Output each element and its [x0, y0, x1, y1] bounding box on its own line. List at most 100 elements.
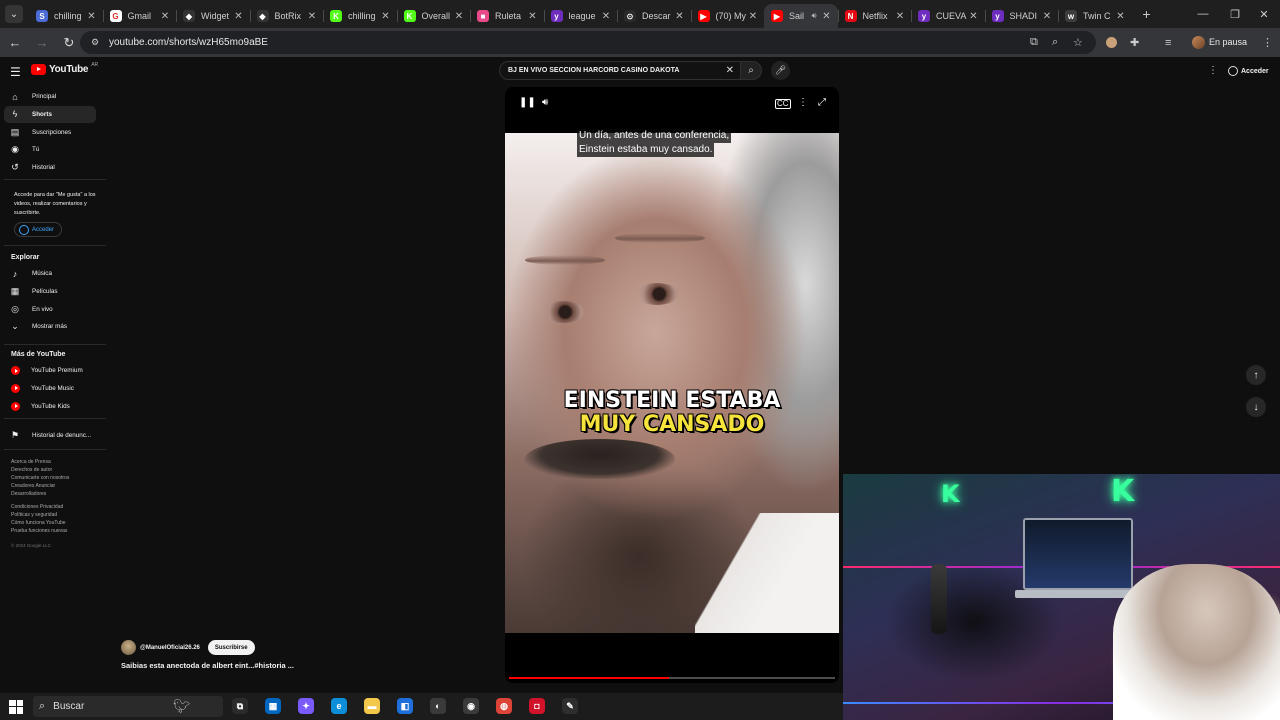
sidebar-sign-in-button[interactable]: Acceder: [14, 222, 62, 237]
fullscreen-icon[interactable]: ⤢: [818, 97, 826, 108]
sidebar-item-tú[interactable]: ◉ Tú: [4, 141, 96, 158]
shorts-player[interactable]: ❚❚ 🔊︎ CC ⋮ ⤢ Un día, antes de una confer…: [505, 87, 839, 683]
browser-tab[interactable]: K Overall ✕: [396, 4, 471, 28]
cast-icon[interactable]: ⧉: [1030, 36, 1038, 49]
store-icon[interactable]: ◧: [397, 698, 413, 714]
extensions-puzzle-icon[interactable]: ✚: [1130, 28, 1139, 57]
tab-search-button[interactable]: ⌄: [5, 5, 23, 23]
browser-tab[interactable]: ◆ BotRix ✕: [249, 4, 324, 28]
footer-links-primary[interactable]: Acerca de Prensa Derechos de autor Comunic…: [11, 458, 101, 498]
clear-search-icon[interactable]: ✕: [726, 65, 734, 76]
tab-close-icon[interactable]: ✕: [526, 11, 540, 22]
browser-tab[interactable]: ◆ Widget ✕: [176, 4, 250, 28]
youtube-logo[interactable]: YouTube AR: [31, 62, 98, 75]
tab-close-icon[interactable]: ✕: [673, 11, 687, 22]
tab-close-icon[interactable]: ✕: [967, 11, 981, 22]
taskbar-search[interactable]: ⌕ Buscar 🐦︎: [33, 696, 223, 717]
browser-tab[interactable]: G Gmail ✕: [102, 4, 177, 28]
reading-list-icon[interactable]: ≡: [1165, 28, 1171, 57]
sidebar-item-shorts[interactable]: ϟ Shorts: [4, 105, 96, 123]
short-title[interactable]: Saibias esta anectoda de albert eint...#…: [121, 661, 294, 670]
tab-close-icon[interactable]: ✕: [599, 11, 613, 22]
site-info-icon[interactable]: ⚙: [86, 37, 104, 48]
menu-icon[interactable]: ☰: [10, 65, 21, 79]
tab-audio-icon[interactable]: 🔊︎: [811, 11, 816, 21]
back-button[interactable]: ←: [3, 32, 27, 54]
browser-menu-icon[interactable]: ⋮: [1262, 28, 1273, 57]
sidebar-item-suscripciones[interactable]: ▤ Suscripciones: [4, 124, 96, 141]
forward-button[interactable]: →: [30, 32, 54, 54]
pause-icon[interactable]: ❚❚: [519, 97, 536, 108]
recorder-icon[interactable]: ◉: [463, 698, 479, 714]
closed-captions-icon[interactable]: CC: [775, 99, 791, 109]
sidebar-item-películas[interactable]: ▦ Películas: [4, 283, 96, 300]
search-button[interactable]: ⌕: [740, 61, 762, 80]
file-explorer-icon[interactable]: ▬: [364, 698, 380, 714]
next-short-button[interactable]: ↓: [1246, 397, 1266, 417]
search-input[interactable]: BJ EN VIVO SECCION HARCORD CASINO DAKOTA…: [499, 61, 741, 80]
widgets-icon[interactable]: ▦: [265, 698, 281, 714]
browser-tab[interactable]: y CUEVA ✕: [911, 4, 985, 28]
windows-start-icon[interactable]: [9, 699, 23, 714]
subscribe-button[interactable]: Suscribirse: [207, 640, 255, 655]
video-frame[interactable]: [505, 133, 839, 633]
reload-button[interactable]: ↻: [57, 32, 81, 54]
zoom-icon[interactable]: ⌕: [1052, 36, 1058, 49]
browser-tab[interactable]: ▶ Sail 🔊︎ ✕: [764, 4, 838, 28]
browser-tab[interactable]: ■ Ruleta ✕: [470, 4, 544, 28]
tab-close-icon[interactable]: ✕: [1040, 11, 1054, 22]
sidebar-item-youtube-music[interactable]: YouTube Music: [4, 380, 96, 397]
task-view-icon[interactable]: ⧉: [232, 698, 248, 714]
footer-links-secondary[interactable]: Condiciones Privacidad Políticas y seguri…: [11, 503, 101, 535]
sidebar-item-youtube-kids[interactable]: YouTube Kids: [4, 398, 96, 415]
copilot-icon[interactable]: ✦: [298, 698, 314, 714]
tab-close-icon[interactable]: ✕: [305, 11, 319, 22]
tab-close-icon[interactable]: ✕: [820, 11, 834, 22]
browser-tab[interactable]: y league ✕: [543, 4, 618, 28]
browser-tab[interactable]: ▶ (70) My ✕: [690, 4, 765, 28]
sidebar-item-youtube-premium[interactable]: YouTube Premium: [4, 362, 96, 379]
previous-short-button[interactable]: ↑: [1246, 365, 1266, 385]
volume-icon[interactable]: 🔊︎: [542, 97, 548, 108]
sidebar-item-mostrar-más[interactable]: ⌄ Mostrar más: [4, 318, 96, 335]
obs-icon[interactable]: ◐: [430, 698, 446, 714]
browser-tab[interactable]: Schilling ✕: [29, 4, 103, 28]
browser-tab[interactable]: ⊙ Descar ✕: [617, 4, 691, 28]
avatar[interactable]: [121, 640, 136, 655]
bookmark-star-icon[interactable]: ☆: [1073, 36, 1083, 49]
browser-tab[interactable]: w Twin C ✕: [1058, 4, 1132, 28]
sidebar-item-música[interactable]: ♪ Música: [4, 265, 96, 282]
browser-tab[interactable]: N Netflix ✕: [837, 4, 912, 28]
minimize-button[interactable]: —: [1187, 0, 1219, 28]
chrome-icon[interactable]: ◍: [496, 698, 512, 714]
tab-close-icon[interactable]: ✕: [746, 11, 760, 22]
address-bar[interactable]: ⚙ youtube.com/shorts/wzH65mo9aBE ⧉ ⌕ ☆: [80, 31, 1096, 54]
restore-button[interactable]: ❐: [1219, 0, 1251, 28]
tab-close-icon[interactable]: ✕: [85, 11, 99, 22]
sign-in-button[interactable]: Acceder: [1228, 63, 1269, 79]
tab-close-icon[interactable]: ✕: [232, 11, 246, 22]
app-gold-icon[interactable]: ✎: [562, 698, 578, 714]
sidebar-item-en-vivo[interactable]: ◎ En vivo: [4, 301, 96, 318]
browser-tab[interactable]: y SHADI ✕: [984, 4, 1059, 28]
tab-close-icon[interactable]: ✕: [379, 11, 393, 22]
profile-button[interactable]: En pausa: [1188, 32, 1250, 52]
tab-close-icon[interactable]: ✕: [452, 11, 466, 22]
close-window-button[interactable]: ✕: [1248, 0, 1280, 28]
browser-tab[interactable]: Kchilling ✕: [323, 4, 397, 28]
edge-icon[interactable]: e: [331, 698, 347, 714]
tab-close-icon[interactable]: ✕: [158, 11, 172, 22]
sidebar-item-principal[interactable]: ⌂ Principal: [4, 88, 96, 105]
extension-icon[interactable]: [1106, 28, 1117, 57]
new-tab-button[interactable]: +: [1137, 6, 1157, 22]
voice-search-button[interactable]: 🎤︎: [771, 61, 790, 80]
progress-bar[interactable]: [509, 677, 835, 679]
sidebar-item-report-history[interactable]: ⚑ Historial de denunc...: [4, 427, 96, 444]
sidebar-item-historial[interactable]: ↺ Historial: [4, 159, 96, 176]
tab-close-icon[interactable]: ✕: [1114, 11, 1128, 22]
app-red-icon[interactable]: ◘: [529, 698, 545, 714]
more-options-icon[interactable]: ⋮: [798, 97, 808, 108]
settings-menu-icon[interactable]: ⋮: [1208, 65, 1218, 76]
tab-close-icon[interactable]: ✕: [893, 11, 907, 22]
channel-name[interactable]: @ManuelOficial26.26: [140, 645, 200, 651]
